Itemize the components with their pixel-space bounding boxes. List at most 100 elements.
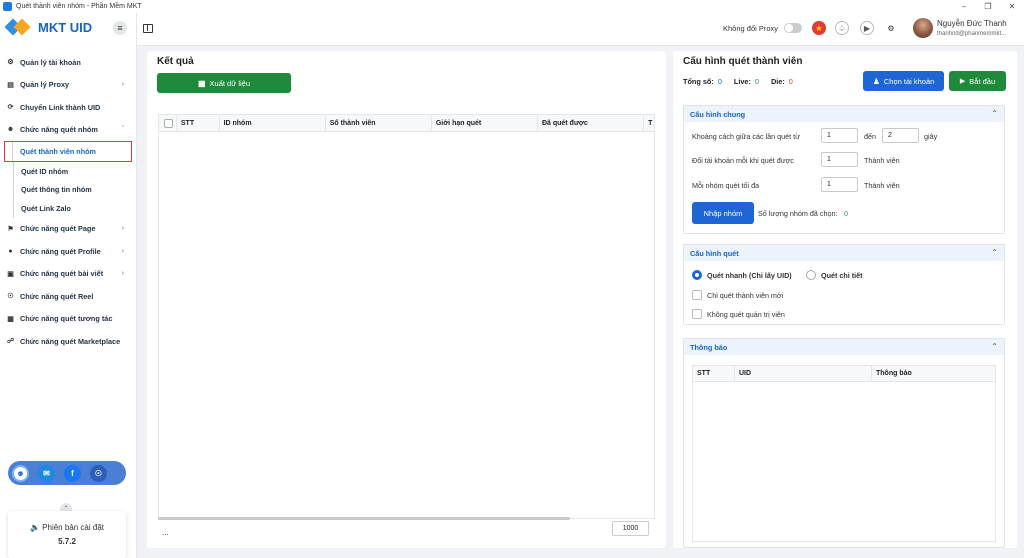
sidebar-item-profile-scan[interactable]: ● Chức năng quét Profile › <box>0 240 136 263</box>
export-data-button[interactable]: ▦ Xuất dữ liệu <box>157 73 291 93</box>
export-data-label: Xuất dữ liệu <box>209 78 251 88</box>
die-label: Die: <box>770 77 785 86</box>
sidebar-subitem-scan-group-id[interactable]: Quét ID nhóm <box>0 162 136 181</box>
fast-scan-radio[interactable] <box>692 270 702 280</box>
sidebar-item-page-scan[interactable]: ⚑ Chức năng quét Page › <box>0 218 136 241</box>
window-title: Quét thành viên nhóm - Phần Mềm MKT <box>16 3 142 10</box>
notification-table-header: STT UID Thông báo <box>693 366 995 382</box>
chevron-right-icon: › <box>121 225 124 233</box>
switch-account-label: Đổi tài khoản mỗi khi quét được <box>692 156 794 165</box>
messenger-icon[interactable]: ✉ <box>38 464 55 482</box>
play-icon[interactable]: ▶ <box>860 21 874 35</box>
proxy-label: Không đổi Proxy <box>723 24 779 33</box>
results-table-header: STT ID nhóm Số thành viên Giới hạn quét … <box>159 115 654 132</box>
facebook-icon[interactable]: f <box>64 464 81 482</box>
sidebar-item-account-management[interactable]: ⚙ Quản lý tài khoản <box>0 51 136 74</box>
new-members-only-label: Chỉ quét thành viên mới <box>707 291 784 300</box>
config-title: Cấu hình quét thành viên <box>683 56 803 67</box>
user-icon: ♟ <box>872 76 880 86</box>
max-per-group-input[interactable]: 1 <box>821 177 858 192</box>
close-icon[interactable]: ✕ <box>1000 2 1024 11</box>
vietnam-flag-icon[interactable]: ★ <box>812 21 826 35</box>
sidebar-subitem-scan-group-info[interactable]: Quét thông tin nhóm <box>0 180 136 200</box>
sidebar-item-link-to-uid[interactable]: ⟳ Chuyển Link thành UID <box>0 96 136 119</box>
topbar: Không đổi Proxy ★ ♤ ▶ ⚙ Nguyễn Đức Thanh… <box>137 13 1024 46</box>
page-size-select[interactable]: 1000 <box>612 521 649 536</box>
column-header-member-count[interactable]: Số thành viên <box>326 115 432 132</box>
version-number: 5.7.2 <box>58 537 76 546</box>
menu-toggle-button[interactable]: ≡ <box>113 21 127 35</box>
avatar[interactable] <box>913 18 933 38</box>
column-header-group-id[interactable]: ID nhóm <box>220 115 326 132</box>
minimize-icon[interactable]: – <box>952 2 976 11</box>
scan-config-title: Cấu hình quét <box>690 248 739 258</box>
detail-scan-radio[interactable] <box>806 270 816 280</box>
excel-icon: ▦ <box>197 78 206 88</box>
column-header-scan-limit[interactable]: Giới hạn quét <box>432 115 538 132</box>
chevron-up-icon[interactable]: ⌃ <box>991 109 998 118</box>
sidebar-item-post-scan[interactable]: ▣ Chức năng quét bài viết › <box>0 263 136 286</box>
account-stats: Tổng số: 0 Live: 0 Die: 0 <box>683 77 793 86</box>
skip-admins-checkbox[interactable] <box>692 309 702 319</box>
scan-config-header[interactable]: Cấu hình quét ⌃ <box>684 245 1004 261</box>
horizontal-scrollbar[interactable] <box>158 517 570 520</box>
sidebar-item-proxy-management[interactable]: ▤ Quản lý Proxy › <box>0 74 136 97</box>
max-per-group-unit: Thành viên <box>864 181 900 190</box>
support-icon[interactable]: ☻ <box>12 464 29 482</box>
version-label: Phiên bản cài đặt <box>42 523 104 532</box>
chevron-down-icon: ˇ <box>121 126 124 134</box>
globe-icon[interactable]: ☉ <box>90 464 107 482</box>
results-panel: Kết quả ▦ Xuất dữ liệu STT ID nhóm Số th… <box>147 51 666 548</box>
speaker-icon: 🔈 <box>29 523 43 532</box>
select-all-checkbox[interactable] <box>164 118 173 128</box>
choose-account-button[interactable]: ♟ Chọn tài khoản <box>863 71 944 91</box>
new-members-only-checkbox[interactable] <box>692 290 702 300</box>
sidebar-item-group-scan[interactable]: ☻ Chức năng quét nhóm ˇ <box>0 119 136 142</box>
refresh-icon: ⟳ <box>7 104 14 112</box>
total-label: Tổng số: <box>683 77 714 86</box>
sidebar-item-label: Chức năng quét Profile <box>20 246 101 256</box>
column-header-stt[interactable]: STT <box>693 366 735 381</box>
profile-icon: ● <box>8 247 13 255</box>
live-count: 0 <box>754 77 759 86</box>
chevron-up-icon[interactable]: ⌃ <box>991 342 998 351</box>
delay-from-input[interactable]: 1 <box>821 128 858 143</box>
users-icon: ☻ <box>6 126 15 134</box>
sidebar-item-label: Chức năng quét tương tác <box>20 314 113 324</box>
delay-to-input[interactable]: 2 <box>882 128 919 143</box>
column-header-uid[interactable]: UID <box>735 366 872 381</box>
column-header-truncated[interactable]: T <box>644 115 654 132</box>
marketplace-icon: ☍ <box>6 338 15 346</box>
choose-account-label: Chọn tài khoản <box>883 76 935 86</box>
delay-label: Khoảng cách giữa các lần quét từ <box>692 132 800 141</box>
column-header-stt[interactable]: STT <box>177 115 220 132</box>
sidebar-subitem-scan-zalo-link[interactable]: Quét Link Zalo <box>0 199 136 218</box>
interaction-icon: ▦ <box>7 315 14 323</box>
import-groups-button[interactable]: Nhập nhóm <box>692 202 754 224</box>
sidebar-item-reel-scan[interactable]: ☉ Chức năng quét Reel <box>0 285 136 308</box>
restore-icon[interactable]: ❐ <box>976 2 1000 11</box>
sidebar-item-interaction-scan[interactable]: ▦ Chức năng quét tương tác <box>0 308 136 331</box>
switch-account-unit: Thành viên <box>864 156 900 165</box>
notification-header[interactable]: Thông báo ⌃ <box>684 339 1004 355</box>
sidebar-item-marketplace-scan[interactable]: ☍ Chức năng quét Marketplace <box>0 330 136 353</box>
layout-toggle-icon[interactable] <box>143 24 153 33</box>
proxy-toggle[interactable] <box>784 23 802 33</box>
general-config-header[interactable]: Cấu hình chung ⌃ <box>684 106 1004 122</box>
chevron-right-icon: › <box>121 247 124 255</box>
switch-account-input[interactable]: 1 <box>821 152 858 167</box>
fast-scan-label: Quét nhanh (Chỉ lấy UID) <box>707 271 792 280</box>
sidebar-subitem-scan-group-members[interactable]: Quét thành viên nhóm <box>4 141 132 162</box>
gear-icon[interactable]: ⚙ <box>884 21 898 35</box>
sidebar-item-label: Quản lý Proxy <box>20 80 70 90</box>
column-header-message[interactable]: Thông báo <box>872 366 994 381</box>
bell-icon[interactable]: ♤ <box>835 21 849 35</box>
start-button[interactable]: ▶ Bắt đầu <box>949 71 1006 91</box>
config-panel: Cấu hình quét thành viên Tổng số: 0 Live… <box>673 51 1017 548</box>
chevron-right-icon: › <box>121 270 124 278</box>
column-header-scanned[interactable]: Đã quét được <box>538 115 645 132</box>
chevron-up-icon[interactable]: ⌃ <box>991 248 998 257</box>
notification-section: Thông báo ⌃ STT UID Thông báo <box>683 338 1005 548</box>
logo-text: MKT UID <box>38 19 93 35</box>
scan-config-section: Cấu hình quét ⌃ Quét nhanh (Chỉ lấy UID)… <box>683 244 1005 325</box>
